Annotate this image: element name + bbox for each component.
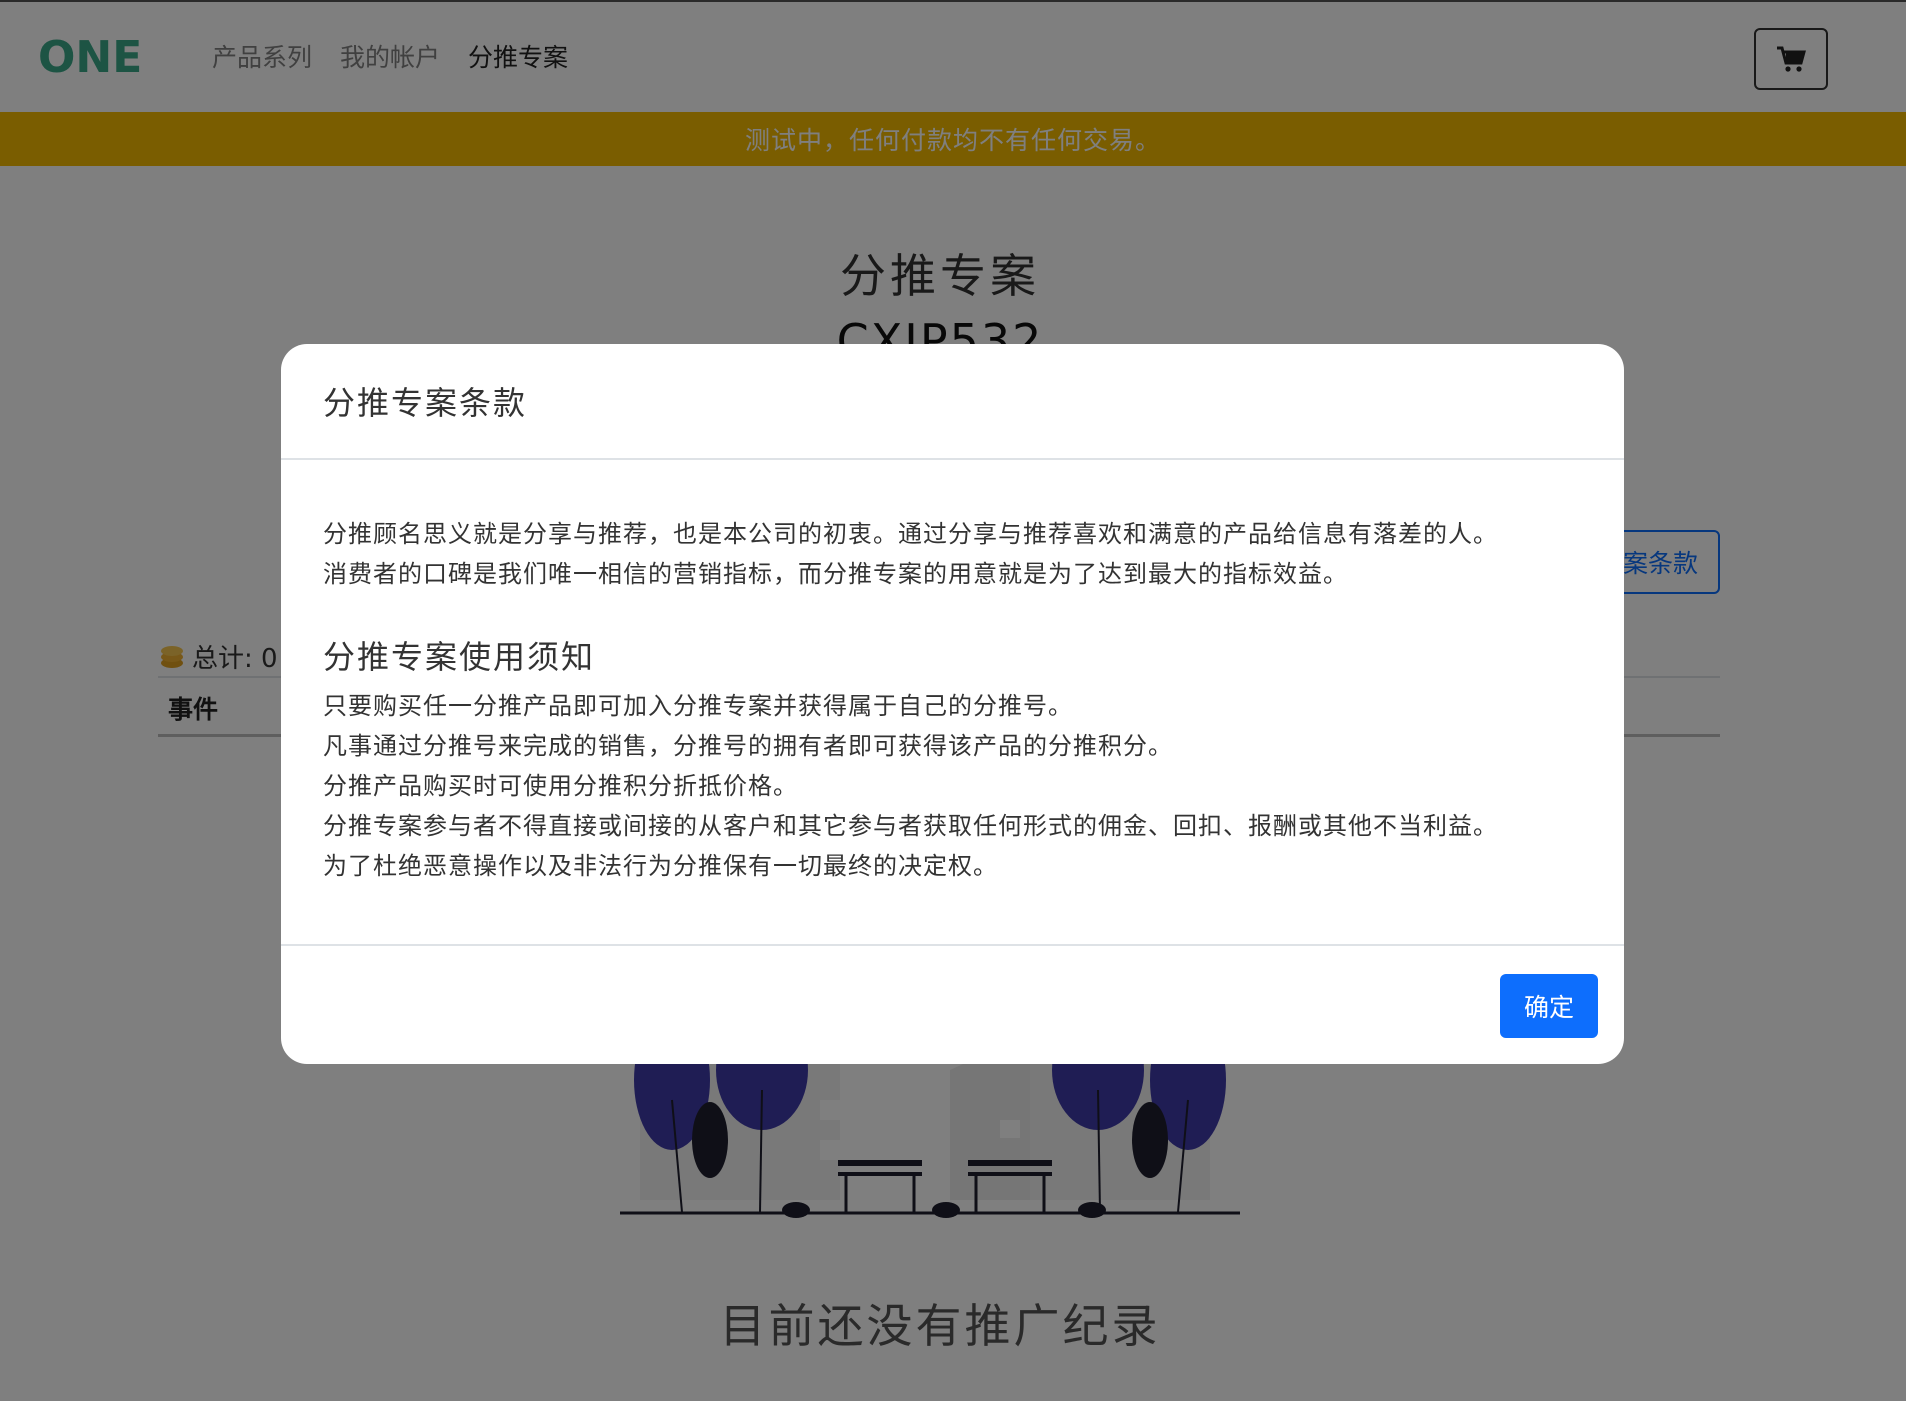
notice-heading: 分推专案使用须知: [323, 638, 596, 676]
modal-header: 分推专案条款: [281, 344, 1624, 460]
intro-line: 分推顾名思义就是分享与推荐，也是本公司的初衷。通过分享与推荐喜欢和满意的产品给信…: [323, 520, 1498, 548]
modal-body: 分推顾名思义就是分享与推荐，也是本公司的初衷。通过分享与推荐喜欢和满意的产品给信…: [323, 514, 1593, 886]
rule-item: 分推专案参与者不得直接或间接的从客户和其它参与者获取任何形式的佣金、回扣、报酬或…: [323, 812, 1498, 840]
rule-item: 只要购买任一分推产品即可加入分推专案并获得属于自己的分推号。: [323, 692, 1073, 720]
terms-modal: 分推专案条款 分推顾名思义就是分享与推荐，也是本公司的初衷。通过分享与推荐喜欢和…: [281, 344, 1624, 1064]
rule-item: 分推产品购买时可使用分推积分折抵价格。: [323, 772, 798, 800]
modal-footer: 确定: [281, 944, 1624, 1064]
intro-line: 消费者的口碑是我们唯一相信的营销指标，而分推专案的用意就是为了达到最大的指标效益…: [323, 560, 1348, 588]
modal-title: 分推专案条款: [323, 384, 528, 422]
confirm-button[interactable]: 确定: [1500, 974, 1598, 1038]
rule-item: 凡事通过分推号来完成的销售，分推号的拥有者即可获得该产品的分推积分。: [323, 732, 1173, 760]
rule-item: 为了杜绝恶意操作以及非法行为分推保有一切最终的决定权。: [323, 852, 998, 880]
